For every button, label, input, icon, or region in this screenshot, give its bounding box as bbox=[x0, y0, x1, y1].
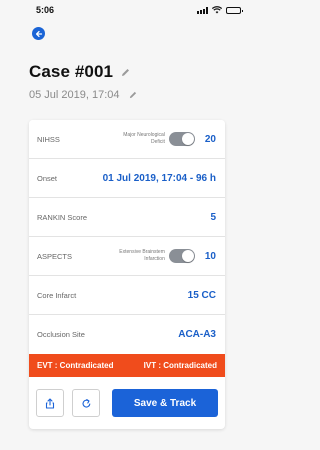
case-date: 05 Jul 2019, 17:04 bbox=[29, 89, 120, 101]
row-label: Onset bbox=[37, 173, 58, 183]
ivt-status: IVT : Contradicated bbox=[143, 361, 217, 370]
status-bar: 5:06 bbox=[0, 0, 253, 20]
back-button[interactable] bbox=[32, 27, 45, 40]
share-button[interactable] bbox=[36, 389, 64, 417]
row-aspects[interactable]: ASPECTS Extensive Brainstem Infarction 10 bbox=[29, 237, 225, 276]
row-value: 01 Jul 2019, 17:04 - 96 h bbox=[102, 172, 216, 184]
row-value: 5 bbox=[210, 211, 216, 223]
status-icons bbox=[197, 6, 243, 14]
toggle-caption: Major Neurological Deficit bbox=[123, 132, 165, 145]
battery-icon bbox=[226, 6, 243, 14]
row-onset[interactable]: Onset 01 Jul 2019, 17:04 - 96 h bbox=[29, 159, 225, 198]
case-date-row: 05 Jul 2019, 17:04 bbox=[29, 89, 137, 101]
major-deficit-toggle[interactable] bbox=[168, 132, 195, 146]
case-details-card: NIHSS Major Neurological Deficit 20 Onset… bbox=[29, 120, 225, 429]
action-bar: Save & Track bbox=[29, 377, 225, 429]
case-title: Case #001 bbox=[29, 62, 114, 81]
row-label: RANKIN Score bbox=[37, 212, 88, 222]
row-value: ACA-A3 bbox=[178, 329, 216, 340]
save-and-track-button[interactable]: Save & Track bbox=[112, 389, 218, 417]
brainstem-infarction-toggle[interactable] bbox=[168, 249, 195, 263]
brainstem-infarction-toggle-group: Extensive Brainstem Infarction bbox=[119, 249, 195, 263]
wifi-icon bbox=[212, 6, 222, 14]
row-value: 15 CC bbox=[187, 289, 216, 301]
row-label: Occlusion Site bbox=[37, 330, 85, 339]
toggle-caption: Extensive Brainstem Infarction bbox=[119, 249, 165, 262]
row-nihss[interactable]: NIHSS Major Neurological Deficit 20 bbox=[29, 120, 225, 159]
edit-title-pencil-icon[interactable] bbox=[121, 68, 130, 77]
row-label: Core Infarct bbox=[37, 290, 77, 300]
row-value: 20 bbox=[204, 133, 216, 145]
row-core-infarct[interactable]: Core Infarct 15 CC bbox=[29, 276, 225, 315]
row-occlusion-site[interactable]: Occlusion Site ACA-A3 bbox=[29, 315, 225, 354]
status-time: 5:06 bbox=[36, 5, 55, 15]
row-rankin[interactable]: RANKIN Score 5 bbox=[29, 198, 225, 237]
row-label: NIHSS bbox=[37, 134, 60, 144]
treatment-status-band: EVT : Contradicated IVT : Contradicated bbox=[29, 354, 225, 377]
evt-status: EVT : Contradicated bbox=[37, 361, 114, 370]
edit-date-pencil-icon[interactable] bbox=[129, 91, 137, 99]
cellular-signal-icon bbox=[197, 6, 208, 14]
major-deficit-toggle-group: Major Neurological Deficit bbox=[123, 132, 195, 146]
reset-button[interactable] bbox=[72, 389, 100, 417]
arrow-left-icon bbox=[35, 30, 42, 37]
row-label: ASPECTS bbox=[37, 251, 73, 261]
case-title-row: Case #001 bbox=[29, 62, 130, 82]
refresh-icon bbox=[81, 398, 90, 408]
row-value: 10 bbox=[204, 250, 216, 262]
share-icon bbox=[45, 397, 55, 409]
